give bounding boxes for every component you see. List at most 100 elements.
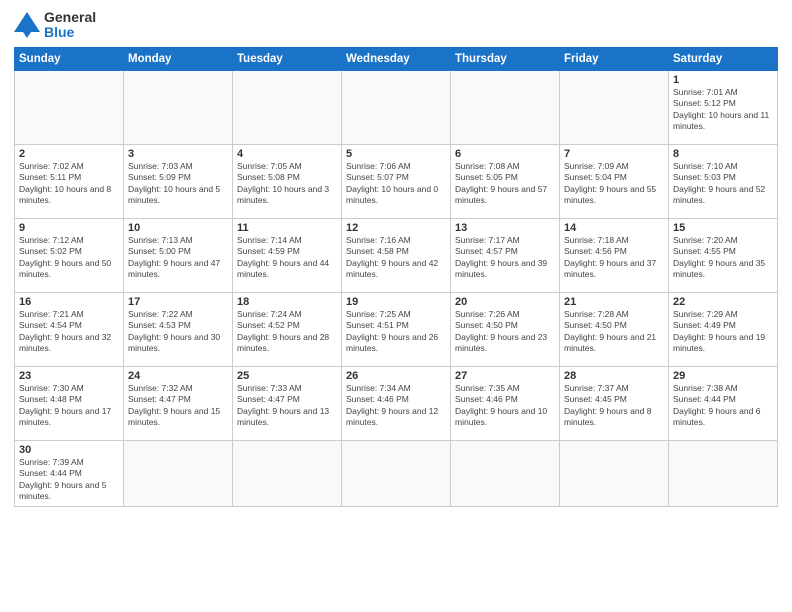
day-info: Sunrise: 7:22 AM Sunset: 4:53 PM Dayligh… [128,309,228,355]
calendar-cell: 14Sunrise: 7:18 AM Sunset: 4:56 PM Dayli… [560,218,669,292]
day-number: 26 [346,370,446,382]
calendar-week-row: 1Sunrise: 7:01 AM Sunset: 5:12 PM Daylig… [15,70,778,144]
day-number: 21 [564,296,664,308]
day-info: Sunrise: 7:21 AM Sunset: 4:54 PM Dayligh… [19,309,119,355]
day-number: 30 [19,444,119,456]
day-number: 12 [346,222,446,234]
day-info: Sunrise: 7:13 AM Sunset: 5:00 PM Dayligh… [128,235,228,281]
day-info: Sunrise: 7:29 AM Sunset: 4:49 PM Dayligh… [673,309,773,355]
weekday-header-monday: Monday [124,47,233,70]
calendar-cell: 28Sunrise: 7:37 AM Sunset: 4:45 PM Dayli… [560,366,669,440]
calendar-cell: 21Sunrise: 7:28 AM Sunset: 4:50 PM Dayli… [560,292,669,366]
calendar-cell: 26Sunrise: 7:34 AM Sunset: 4:46 PM Dayli… [342,366,451,440]
day-number: 13 [455,222,555,234]
day-number: 7 [564,148,664,160]
day-info: Sunrise: 7:06 AM Sunset: 5:07 PM Dayligh… [346,161,446,207]
day-info: Sunrise: 7:26 AM Sunset: 4:50 PM Dayligh… [455,309,555,355]
day-info: Sunrise: 7:34 AM Sunset: 4:46 PM Dayligh… [346,383,446,429]
day-info: Sunrise: 7:37 AM Sunset: 4:45 PM Dayligh… [564,383,664,429]
day-number: 27 [455,370,555,382]
day-info: Sunrise: 7:28 AM Sunset: 4:50 PM Dayligh… [564,309,664,355]
day-number: 17 [128,296,228,308]
calendar-cell: 23Sunrise: 7:30 AM Sunset: 4:48 PM Dayli… [15,366,124,440]
day-info: Sunrise: 7:24 AM Sunset: 4:52 PM Dayligh… [237,309,337,355]
day-number: 4 [237,148,337,160]
weekday-header-tuesday: Tuesday [233,47,342,70]
calendar-cell: 16Sunrise: 7:21 AM Sunset: 4:54 PM Dayli… [15,292,124,366]
day-number: 16 [19,296,119,308]
day-info: Sunrise: 7:14 AM Sunset: 4:59 PM Dayligh… [237,235,337,281]
day-info: Sunrise: 7:08 AM Sunset: 5:05 PM Dayligh… [455,161,555,207]
calendar-cell: 29Sunrise: 7:38 AM Sunset: 4:44 PM Dayli… [669,366,778,440]
calendar-cell: 15Sunrise: 7:20 AM Sunset: 4:55 PM Dayli… [669,218,778,292]
day-number: 15 [673,222,773,234]
calendar-cell [233,440,342,506]
day-number: 9 [19,222,119,234]
day-info: Sunrise: 7:32 AM Sunset: 4:47 PM Dayligh… [128,383,228,429]
calendar-cell: 12Sunrise: 7:16 AM Sunset: 4:58 PM Dayli… [342,218,451,292]
day-number: 23 [19,370,119,382]
calendar-cell: 8Sunrise: 7:10 AM Sunset: 5:03 PM Daylig… [669,144,778,218]
day-number: 10 [128,222,228,234]
day-number: 6 [455,148,555,160]
day-info: Sunrise: 7:03 AM Sunset: 5:09 PM Dayligh… [128,161,228,207]
calendar-week-row: 30Sunrise: 7:39 AM Sunset: 4:44 PM Dayli… [15,440,778,506]
calendar-cell: 9Sunrise: 7:12 AM Sunset: 5:02 PM Daylig… [15,218,124,292]
day-info: Sunrise: 7:12 AM Sunset: 5:02 PM Dayligh… [19,235,119,281]
calendar-cell: 1Sunrise: 7:01 AM Sunset: 5:12 PM Daylig… [669,70,778,144]
calendar-cell: 30Sunrise: 7:39 AM Sunset: 4:44 PM Dayli… [15,440,124,506]
day-info: Sunrise: 7:30 AM Sunset: 4:48 PM Dayligh… [19,383,119,429]
calendar-cell: 10Sunrise: 7:13 AM Sunset: 5:00 PM Dayli… [124,218,233,292]
calendar-cell: 13Sunrise: 7:17 AM Sunset: 4:57 PM Dayli… [451,218,560,292]
calendar-cell [15,70,124,144]
day-info: Sunrise: 7:09 AM Sunset: 5:04 PM Dayligh… [564,161,664,207]
weekday-header-wednesday: Wednesday [342,47,451,70]
weekday-header-saturday: Saturday [669,47,778,70]
calendar-cell [342,440,451,506]
calendar-cell: 2Sunrise: 7:02 AM Sunset: 5:11 PM Daylig… [15,144,124,218]
weekday-header-row: SundayMondayTuesdayWednesdayThursdayFrid… [15,47,778,70]
calendar-table: SundayMondayTuesdayWednesdayThursdayFrid… [14,47,778,507]
calendar-cell [124,70,233,144]
day-info: Sunrise: 7:39 AM Sunset: 4:44 PM Dayligh… [19,457,119,503]
calendar-cell [124,440,233,506]
day-info: Sunrise: 7:05 AM Sunset: 5:08 PM Dayligh… [237,161,337,207]
day-number: 24 [128,370,228,382]
day-number: 28 [564,370,664,382]
day-number: 22 [673,296,773,308]
day-number: 18 [237,296,337,308]
calendar-cell: 6Sunrise: 7:08 AM Sunset: 5:05 PM Daylig… [451,144,560,218]
calendar-week-row: 2Sunrise: 7:02 AM Sunset: 5:11 PM Daylig… [15,144,778,218]
calendar-cell: 18Sunrise: 7:24 AM Sunset: 4:52 PM Dayli… [233,292,342,366]
calendar-cell: 4Sunrise: 7:05 AM Sunset: 5:08 PM Daylig… [233,144,342,218]
day-info: Sunrise: 7:16 AM Sunset: 4:58 PM Dayligh… [346,235,446,281]
day-number: 2 [19,148,119,160]
calendar-cell [451,70,560,144]
calendar-cell: 25Sunrise: 7:33 AM Sunset: 4:47 PM Dayli… [233,366,342,440]
calendar-cell: 17Sunrise: 7:22 AM Sunset: 4:53 PM Dayli… [124,292,233,366]
logo: General Blue [14,10,96,41]
day-info: Sunrise: 7:33 AM Sunset: 4:47 PM Dayligh… [237,383,337,429]
day-info: Sunrise: 7:02 AM Sunset: 5:11 PM Dayligh… [19,161,119,207]
calendar-cell: 3Sunrise: 7:03 AM Sunset: 5:09 PM Daylig… [124,144,233,218]
calendar-cell: 5Sunrise: 7:06 AM Sunset: 5:07 PM Daylig… [342,144,451,218]
day-info: Sunrise: 7:18 AM Sunset: 4:56 PM Dayligh… [564,235,664,281]
day-number: 11 [237,222,337,234]
day-info: Sunrise: 7:17 AM Sunset: 4:57 PM Dayligh… [455,235,555,281]
calendar-week-row: 9Sunrise: 7:12 AM Sunset: 5:02 PM Daylig… [15,218,778,292]
day-number: 14 [564,222,664,234]
day-info: Sunrise: 7:25 AM Sunset: 4:51 PM Dayligh… [346,309,446,355]
header: General Blue [14,10,778,41]
calendar-cell: 27Sunrise: 7:35 AM Sunset: 4:46 PM Dayli… [451,366,560,440]
day-number: 8 [673,148,773,160]
page: General Blue SundayMondayTuesdayWednesda… [0,0,792,612]
calendar-cell: 19Sunrise: 7:25 AM Sunset: 4:51 PM Dayli… [342,292,451,366]
day-info: Sunrise: 7:01 AM Sunset: 5:12 PM Dayligh… [673,87,773,133]
day-info: Sunrise: 7:20 AM Sunset: 4:55 PM Dayligh… [673,235,773,281]
day-info: Sunrise: 7:35 AM Sunset: 4:46 PM Dayligh… [455,383,555,429]
calendar-cell: 24Sunrise: 7:32 AM Sunset: 4:47 PM Dayli… [124,366,233,440]
calendar-cell [233,70,342,144]
calendar-week-row: 16Sunrise: 7:21 AM Sunset: 4:54 PM Dayli… [15,292,778,366]
day-number: 25 [237,370,337,382]
calendar-cell: 20Sunrise: 7:26 AM Sunset: 4:50 PM Dayli… [451,292,560,366]
